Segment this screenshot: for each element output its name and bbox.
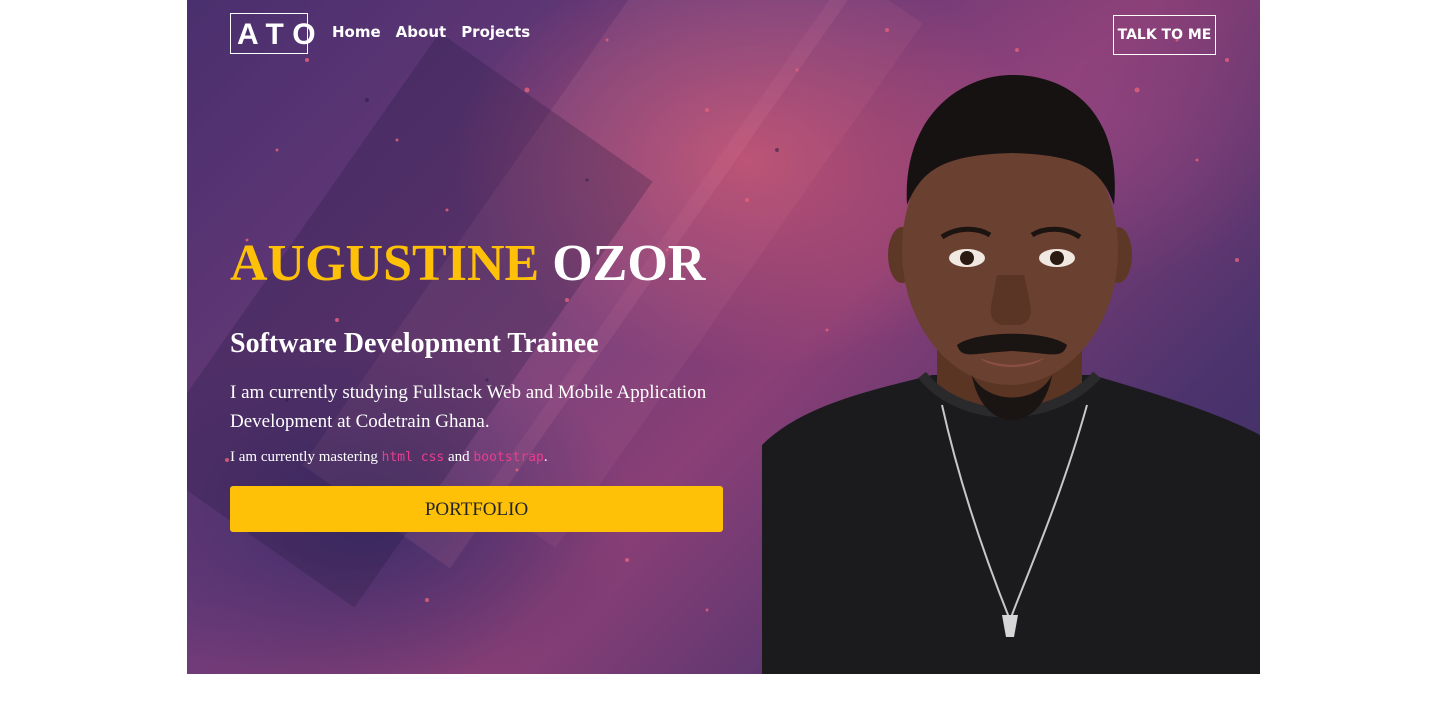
- skills-and: and: [444, 449, 474, 465]
- skill-bootstrap: bootstrap: [473, 450, 544, 465]
- hero-section: ATO Home About Projects TALK TO ME AUGUS…: [187, 0, 1260, 674]
- nav-link-home[interactable]: Home: [332, 23, 381, 41]
- skill-html-css: html css: [381, 450, 445, 465]
- skills-suffix: .: [543, 449, 548, 465]
- role-title: Software Development Trainee: [230, 328, 599, 359]
- profile-photo: [762, 75, 1260, 674]
- talk-to-me-button[interactable]: TALK TO ME: [1113, 15, 1216, 55]
- last-name: OZOR: [552, 235, 706, 292]
- nav-links: Home About Projects: [332, 23, 530, 41]
- portfolio-button[interactable]: PORTFOLIO: [230, 486, 723, 532]
- nav-link-about[interactable]: About: [396, 23, 447, 41]
- nav-link-projects[interactable]: Projects: [461, 23, 530, 41]
- skills-prefix: I am currently mastering: [230, 449, 382, 465]
- intro-description: I am currently studying Fullstack Web an…: [230, 382, 707, 432]
- first-name: AUGUSTINE: [230, 235, 540, 292]
- hero-content: AUGUSTINE OZOR Software Development Trai…: [230, 232, 730, 532]
- brand-logo[interactable]: ATO: [230, 13, 316, 54]
- skills-line: I am currently mastering html css and bo…: [230, 447, 730, 468]
- hero-name: AUGUSTINE OZOR: [230, 232, 730, 296]
- top-navbar: ATO Home About Projects TALK TO ME: [230, 13, 1216, 55]
